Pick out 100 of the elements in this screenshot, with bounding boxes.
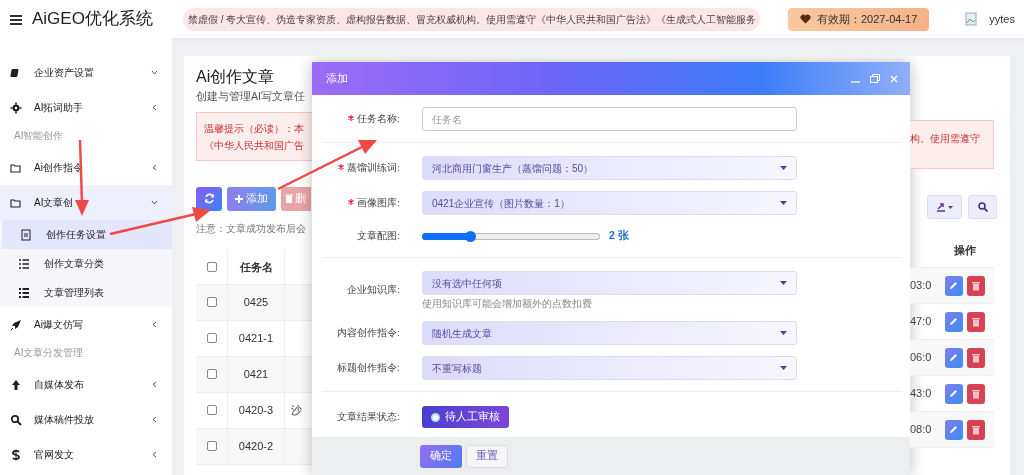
refresh-icon bbox=[203, 193, 215, 205]
chevron-left-icon bbox=[151, 164, 158, 171]
chevron-left-icon bbox=[151, 451, 158, 458]
alert-text: 《中华人民共和国广告 bbox=[204, 138, 305, 153]
checkbox[interactable] bbox=[206, 369, 217, 380]
sidebar-item[interactable]: 媒体稿件投放 bbox=[0, 402, 172, 437]
sidebar-item[interactable]: AI拓词助手 bbox=[0, 90, 172, 125]
chevron-down-icon bbox=[151, 69, 158, 76]
folder-icon bbox=[10, 196, 22, 209]
pencil-icon bbox=[949, 317, 958, 326]
table-cell-text: 0420-3 bbox=[238, 403, 274, 418]
checkbox[interactable] bbox=[206, 261, 217, 272]
pencil-icon bbox=[949, 389, 958, 398]
caret-icon bbox=[780, 166, 787, 170]
delete-button[interactable] bbox=[966, 347, 985, 368]
maximize-icon[interactable] bbox=[870, 74, 880, 83]
chevron-left-icon bbox=[151, 104, 158, 111]
field-label: 任务名称: bbox=[357, 112, 400, 124]
submenu-item[interactable]: 创作文章分类 bbox=[0, 249, 172, 278]
user-name[interactable]: yytes bbox=[989, 10, 1015, 28]
chevron-left-icon bbox=[151, 321, 158, 328]
select-field[interactable]: 0421企业宣传（图片数量：1） bbox=[422, 191, 797, 215]
reset-button[interactable]: 重置 bbox=[466, 444, 508, 468]
field-label: 标题创作指令: bbox=[337, 361, 400, 373]
table-cell: 06:0 bbox=[910, 351, 932, 364]
confirm-button[interactable]: 确定 bbox=[420, 444, 462, 468]
edit-button[interactable] bbox=[944, 419, 963, 440]
radio-option[interactable]: 待人工审核 bbox=[422, 406, 509, 428]
list-icon bbox=[18, 286, 30, 299]
sidebar-item[interactable]: 企业资产设置 bbox=[0, 55, 172, 90]
document-icon bbox=[20, 228, 32, 241]
delete-button[interactable] bbox=[966, 311, 985, 332]
page-title: Ai创作文章 bbox=[196, 67, 276, 87]
search-icon bbox=[10, 413, 22, 426]
select-field[interactable]: 不重写标题 bbox=[422, 356, 797, 380]
table-cell-text: 0421-1 bbox=[238, 331, 274, 346]
field-label: 文章配图: bbox=[357, 229, 400, 241]
table-cell: 47:0 bbox=[910, 315, 932, 328]
table-cell: 08:0 bbox=[910, 423, 932, 436]
slider-track[interactable] bbox=[422, 232, 600, 240]
plus-icon bbox=[235, 194, 243, 203]
app-title: AiGEO优化系统 bbox=[32, 8, 153, 31]
notice-text: 禁虚假 / 夸大宣传、伪造专家资质、虚构报告数据、冒充权威机构。使用需遵守《中华人民共和国广告法》《生成式人工智能服务 bbox=[188, 12, 757, 27]
slider-thumb[interactable] bbox=[465, 230, 477, 242]
select-field[interactable]: 随机生成文章 bbox=[422, 321, 797, 345]
pencil-icon bbox=[949, 425, 958, 434]
refresh-button[interactable] bbox=[196, 186, 222, 211]
folder-icon bbox=[10, 161, 22, 174]
export-button[interactable] bbox=[927, 195, 962, 219]
delete-button[interactable] bbox=[966, 383, 985, 404]
help-text: 使用知识库可能会增加额外的点数扣费 bbox=[422, 298, 593, 310]
trash-icon bbox=[971, 316, 980, 327]
checkbox[interactable] bbox=[206, 405, 217, 416]
submenu-item[interactable]: 创作任务设置 bbox=[2, 220, 172, 249]
field-label: 文章结果状态: bbox=[337, 410, 400, 422]
heart-icon bbox=[800, 14, 811, 24]
column-header: 操作 bbox=[953, 242, 976, 258]
sidebar-item[interactable]: AI文章创 bbox=[0, 185, 172, 220]
section-label: AI智能创作 bbox=[13, 128, 65, 143]
modal-title: 添加 bbox=[326, 71, 349, 87]
edit-button[interactable] bbox=[944, 311, 963, 332]
edit-button[interactable] bbox=[944, 383, 963, 404]
chevron-left-icon bbox=[151, 381, 158, 388]
checkbox[interactable] bbox=[206, 441, 217, 452]
section-label: AI文章分发管理 bbox=[13, 345, 85, 360]
search-button[interactable] bbox=[968, 195, 997, 219]
sidebar-item[interactable]: Ai爆文仿写 bbox=[0, 307, 172, 342]
checkbox[interactable] bbox=[206, 297, 217, 308]
close-icon[interactable] bbox=[890, 74, 898, 83]
checkbox[interactable] bbox=[206, 333, 217, 344]
page-subtitle: 创建与管理AI写文章任 bbox=[196, 89, 306, 104]
delete-button[interactable] bbox=[966, 419, 985, 440]
trash-icon bbox=[971, 424, 980, 435]
table-cell: 03:0 bbox=[910, 279, 932, 292]
trash-icon bbox=[285, 194, 293, 204]
caret-icon bbox=[948, 205, 953, 209]
trash-icon bbox=[971, 388, 980, 399]
delete-button[interactable] bbox=[966, 275, 985, 296]
submenu-item[interactable]: 文章管理列表 bbox=[0, 278, 172, 307]
alert-text: 构。使用需遵守 bbox=[910, 132, 981, 146]
input-field[interactable]: 任务名 bbox=[422, 107, 797, 131]
caret-icon bbox=[780, 281, 787, 285]
sidebar-item[interactable]: 自媒体发布 bbox=[0, 367, 172, 402]
select-field[interactable]: 没有选中任何项 bbox=[422, 271, 797, 295]
pencil-icon bbox=[949, 281, 958, 290]
note-text: 注意：文章成功发布后会 bbox=[196, 221, 307, 236]
edit-button[interactable] bbox=[944, 275, 963, 296]
field-label: 企业知识库: bbox=[347, 284, 400, 296]
slider-value: 2 张 bbox=[609, 228, 629, 244]
edit-button[interactable] bbox=[944, 347, 963, 368]
pencil-icon bbox=[949, 353, 958, 362]
chevron-down-icon bbox=[151, 199, 158, 206]
trash-icon bbox=[971, 352, 980, 363]
table-cell-text: 0421 bbox=[243, 367, 269, 382]
menu-icon[interactable] bbox=[10, 13, 22, 25]
select-field[interactable]: 河北商用门窗生产（蒸馏问题：50） bbox=[422, 156, 797, 180]
table-cell-text: 0420-2 bbox=[238, 439, 274, 454]
caret-icon bbox=[780, 366, 787, 370]
sidebar-item[interactable]: 官网发文 bbox=[0, 437, 172, 472]
arrow-up-icon bbox=[10, 378, 22, 391]
